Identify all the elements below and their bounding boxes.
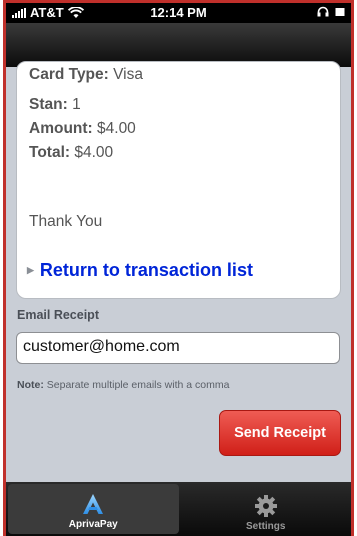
status-right (317, 6, 345, 17)
email-note: Note: Separate multiple emails with a co… (17, 379, 229, 391)
card-type-label: Card Type: (29, 66, 109, 83)
tab-aprivapay[interactable]: AprivaPay (8, 484, 179, 534)
stan-label: Stan: (29, 96, 68, 113)
return-to-list-link[interactable]: ▶ Return to transaction list (27, 260, 253, 281)
status-time: 12:14 PM (150, 5, 207, 20)
card-type-row: Card Type: Visa (29, 66, 143, 84)
tab-aprivapay-label: AprivaPay (68, 519, 118, 530)
tab-bar: AprivaPay Settings (6, 482, 351, 536)
amount-label: Amount: (29, 120, 93, 137)
email-field[interactable]: customer@home.com (16, 332, 340, 364)
status-bar: AT&T 12:14 PM (6, 3, 351, 23)
thank-you-message: Thank You (29, 213, 103, 230)
stan-value: 1 (72, 96, 81, 113)
amount-value: $4.00 (97, 120, 136, 137)
gear-icon (254, 495, 277, 517)
headset-icon (317, 6, 329, 17)
receipt-screen: Card Type: Visa Stan: 1 Amount: $4.00 To… (6, 61, 351, 485)
disclosure-triangle-icon: ▶ (27, 265, 34, 275)
email-receipt-label: Email Receipt (17, 308, 99, 322)
receipt-card: Card Type: Visa Stan: 1 Amount: $4.00 To… (16, 61, 341, 299)
tab-settings[interactable]: Settings (181, 482, 352, 536)
total-value: $4.00 (74, 144, 114, 161)
apriva-logo-icon (83, 494, 104, 514)
amount-row: Amount: $4.00 (29, 120, 136, 138)
total-label: Total: (29, 144, 71, 161)
stan-row: Stan: 1 (29, 96, 81, 114)
card-type-value: Visa (113, 66, 143, 83)
send-receipt-button[interactable]: Send Receipt (219, 410, 341, 456)
tab-settings-label: Settings (246, 521, 286, 532)
return-link-label: Return to transaction list (39, 260, 253, 280)
note-text: Separate multiple emails with a comma (46, 379, 230, 391)
phone-screen: AT&T 12:14 PM Card Type: Visa Stan: 1 Am… (3, 0, 354, 536)
note-label: Note: (17, 379, 44, 391)
battery-icon (335, 7, 345, 16)
total-row: Total: $4.00 (29, 144, 113, 162)
